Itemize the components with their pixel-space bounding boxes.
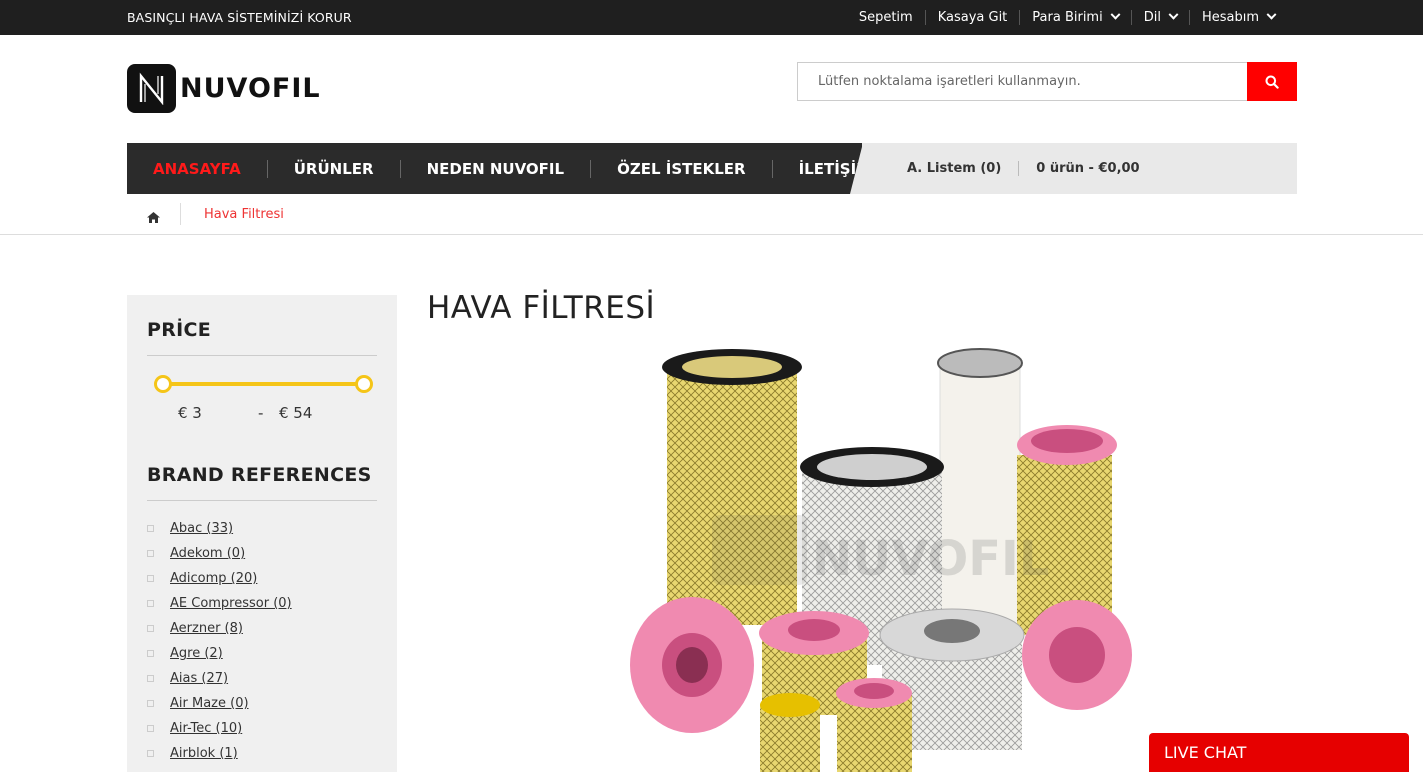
brand-link[interactable]: Adekom (0) [170, 546, 245, 561]
account-label: Hesabım [1201, 10, 1259, 25]
brand-filter-title: BRAND REFERENCES [147, 464, 372, 486]
list-item: Air Maze (0) [147, 691, 292, 716]
brand-link[interactable]: Aias (27) [170, 671, 228, 686]
brand-list: Abac (33) Adekom (0) Adicomp (20) AE Com… [147, 516, 292, 766]
cart-summary-link[interactable]: 0 ürün - €0,00 [1018, 161, 1156, 176]
cart-link-label: Sepetim [858, 10, 913, 25]
list-item: Abac (33) [147, 516, 292, 541]
price-slider-max-handle[interactable] [355, 375, 373, 393]
language-label: Dil [1143, 10, 1161, 25]
currency-label: Para Birimi [1032, 10, 1103, 25]
bullet-icon [147, 650, 154, 657]
checkout-link-label: Kasaya Git [937, 10, 1008, 25]
search-input[interactable] [797, 62, 1247, 101]
bullet-icon [147, 675, 154, 682]
price-slider-min-handle[interactable] [154, 375, 172, 393]
list-item: Aias (27) [147, 666, 292, 691]
brand-link[interactable]: Airblok (1) [170, 746, 238, 761]
price-slider-track[interactable] [163, 382, 365, 386]
breadcrumb: Hava Filtresi [0, 194, 1423, 235]
main-nav: ANASAYFA ÜRÜNLER NEDEN NUVOFIL ÖZEL İSTE… [127, 143, 1297, 194]
bullet-icon [147, 750, 154, 757]
breadcrumb-current[interactable]: Hava Filtresi [204, 207, 284, 222]
list-item: Adicomp (20) [147, 566, 292, 591]
list-item: Adekom (0) [147, 541, 292, 566]
page-title: HAVA FİLTRESİ [427, 290, 656, 326]
bullet-icon [147, 725, 154, 732]
language-dropdown[interactable]: Dil [1130, 9, 1189, 25]
top-bar: BASINÇLI HAVA SİSTEMİNİZİ KORUR Sepetim … [0, 0, 1423, 35]
live-chat-button[interactable]: LIVE CHAT [1149, 733, 1409, 772]
brand-link[interactable]: Air Maze (0) [170, 696, 249, 711]
brand-link[interactable]: Adicomp (20) [170, 571, 257, 586]
price-min-value: € 3 [178, 404, 202, 422]
bullet-icon [147, 575, 154, 582]
chevron-down-icon [1168, 9, 1179, 20]
divider [147, 355, 377, 356]
chevron-down-icon [1110, 9, 1121, 20]
category-image: NUVOFIL [630, 348, 1132, 772]
list-item: Aerzner (8) [147, 616, 292, 641]
bullet-icon [147, 600, 154, 607]
brand-link[interactable]: AE Compressor (0) [170, 596, 292, 611]
top-links: Sepetim Kasaya Git Para Birimi Dil Hesab… [847, 0, 1287, 35]
tagline: BASINÇLI HAVA SİSTEMİNİZİ KORUR [127, 10, 352, 25]
price-filter-title: PRİCE [147, 319, 212, 341]
search-button[interactable] [1247, 62, 1297, 101]
account-dropdown[interactable]: Hesabım [1188, 9, 1287, 25]
checkout-link[interactable]: Kasaya Git [924, 10, 1020, 25]
list-item: Air-Tec (10) [147, 716, 292, 741]
cart-link[interactable]: Sepetim [847, 10, 925, 25]
home-icon[interactable] [147, 208, 160, 227]
brand-link[interactable]: Aerzner (8) [170, 621, 243, 636]
filter-sidebar: PRİCE € 3 - € 54 BRAND REFERENCES Abac (… [127, 295, 397, 772]
search-bar [797, 62, 1297, 101]
brand-link[interactable]: Agre (2) [170, 646, 223, 661]
watermark-text: NUVOFIL [812, 531, 1050, 587]
logo-text: NUVOFIL [180, 73, 321, 104]
breadcrumb-separator [180, 203, 181, 225]
search-icon [1265, 75, 1279, 89]
list-item: Agre (2) [147, 641, 292, 666]
nav-products[interactable]: ÜRÜNLER [266, 159, 400, 178]
brand-link[interactable]: Air-Tec (10) [170, 721, 242, 736]
brand-link[interactable]: Abac (33) [170, 521, 233, 536]
nav-special-requests[interactable]: ÖZEL İSTEKLER [590, 159, 772, 178]
price-max-value: € 54 [279, 404, 313, 422]
nav-why-nuvofil[interactable]: NEDEN NUVOFIL [399, 159, 591, 178]
currency-dropdown[interactable]: Para Birimi [1019, 9, 1130, 25]
bullet-icon [147, 550, 154, 557]
logo[interactable]: NUVOFIL [127, 64, 321, 113]
bullet-icon [147, 625, 154, 632]
bullet-icon [147, 525, 154, 532]
logo-mark-icon [127, 64, 176, 113]
divider [147, 500, 377, 501]
chevron-down-icon [1266, 9, 1277, 20]
bullet-icon [147, 700, 154, 707]
nav-home[interactable]: ANASAYFA [127, 160, 267, 178]
list-item: Airblok (1) [147, 741, 292, 766]
wishlist-link[interactable]: A. Listem (0) [907, 161, 1018, 176]
list-item: AE Compressor (0) [147, 591, 292, 616]
price-separator: - [258, 404, 264, 422]
nav-cart-area: A. Listem (0) 0 ürün - €0,00 [850, 143, 1297, 194]
